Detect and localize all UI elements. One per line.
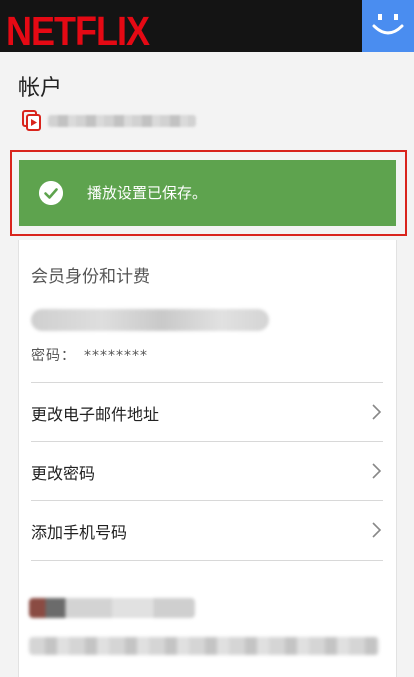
password-value: ********: [84, 348, 148, 364]
change-password-label: 更改密码: [31, 464, 96, 483]
profile-avatar-button[interactable]: [362, 0, 414, 52]
member-since-icon: [22, 110, 41, 131]
membership-card: 会员身份和计费 密码： ******** 更改电子邮件地址 更改密码 添加手机号码: [18, 240, 397, 677]
chevron-right-icon: [372, 463, 382, 479]
success-alert: 播放设置已保存。: [19, 160, 396, 226]
email-redacted: [31, 309, 269, 331]
password-label: 密码：: [31, 348, 76, 364]
page-title: 帐户: [18, 76, 63, 101]
change-email-label: 更改电子邮件地址: [31, 405, 160, 424]
change-password-row[interactable]: 更改密码: [31, 441, 383, 500]
member-since-redacted: [48, 115, 196, 127]
add-phone-row[interactable]: 添加手机号码: [31, 500, 383, 559]
chevron-right-icon: [372, 404, 382, 420]
payment-redacted: [29, 598, 195, 618]
membership-heading: 会员身份和计费: [31, 267, 150, 287]
chevron-right-icon: [372, 522, 382, 538]
add-phone-label: 添加手机号码: [31, 523, 128, 542]
password-line: 密码： ********: [31, 345, 148, 365]
top-bar: NETFLIX: [0, 0, 414, 55]
alert-message: 播放设置已保存。: [87, 184, 208, 202]
netflix-logo[interactable]: NETFLIX: [6, 8, 150, 55]
smiley-profile-icon: [362, 0, 414, 52]
check-circle-icon: [39, 181, 63, 205]
change-email-row[interactable]: 更改电子邮件地址: [31, 382, 383, 441]
billing-redacted: [29, 637, 379, 655]
section-divider: [31, 560, 383, 561]
